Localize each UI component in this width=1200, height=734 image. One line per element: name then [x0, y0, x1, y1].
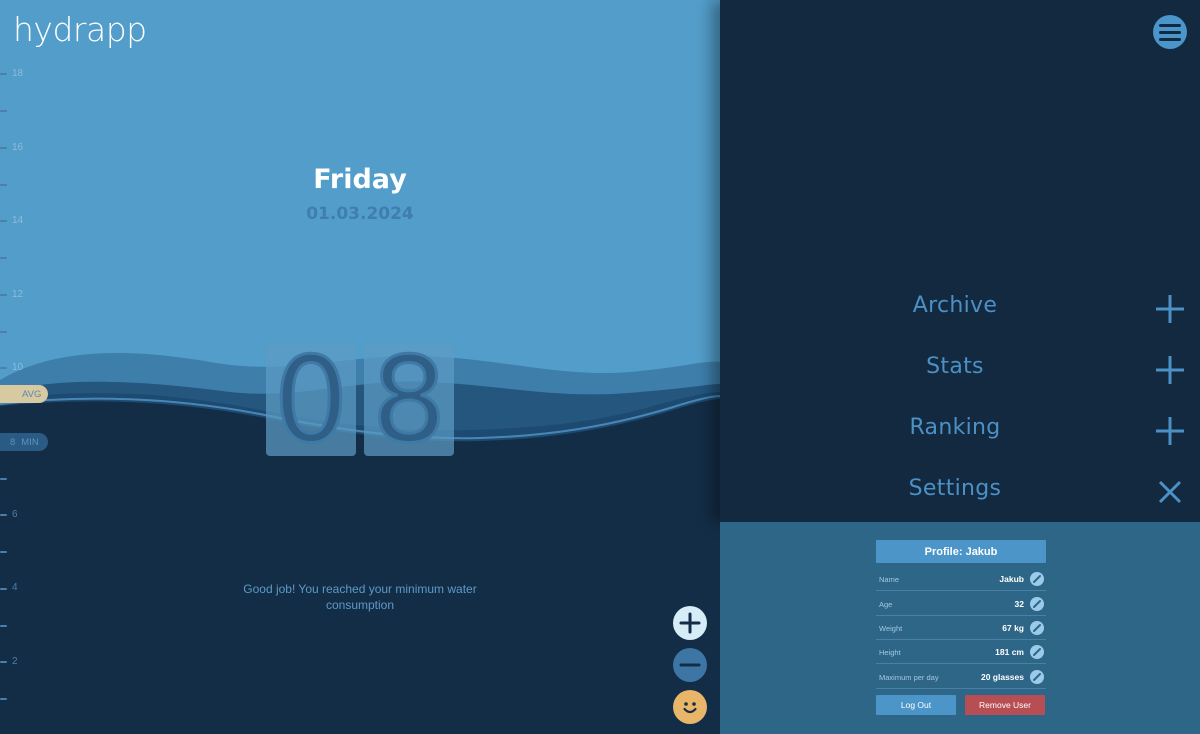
side-menu: Archive Stats Ranking Settings — [720, 0, 1200, 522]
logout-button[interactable]: Log Out — [876, 695, 956, 715]
scale-tick — [0, 478, 7, 480]
day-title: Friday — [313, 164, 407, 195]
smiley-icon — [683, 702, 697, 714]
counter-digit-text: 0 — [272, 343, 350, 456]
counter-digit: 0 — [266, 343, 356, 456]
scale-tick — [0, 147, 7, 149]
menu-item-settings[interactable]: Settings — [720, 466, 1200, 516]
avg-label: AVG — [22, 388, 42, 400]
menu-item-label: Ranking — [909, 415, 1001, 440]
profile-field-weight: Weight 67 kg — [876, 616, 1046, 640]
field-label: Weight — [879, 624, 903, 633]
menu-item-stats[interactable]: Stats — [720, 344, 1200, 394]
logo-text-end: pp — [105, 10, 147, 49]
scale-tick — [0, 367, 7, 369]
average-marker: AVG — [0, 385, 48, 403]
field-label: Age — [879, 600, 893, 609]
hamburger-icon-bar — [1159, 23, 1181, 27]
field-label: Name — [879, 575, 900, 584]
water-level-background — [0, 0, 720, 734]
scale-tick — [0, 698, 7, 700]
plus-icon[interactable] — [1152, 291, 1188, 327]
counter-digit: 8 — [364, 343, 454, 456]
close-icon[interactable] — [1152, 474, 1188, 510]
min-label: MIN — [21, 436, 39, 448]
scale-label: 16 — [12, 142, 24, 153]
remove-user-button[interactable]: Remove User — [965, 695, 1045, 715]
hamburger-icon-bar — [1159, 30, 1181, 34]
scale-tick — [0, 331, 7, 333]
scale-tick — [0, 588, 7, 590]
menu-toggle-button[interactable] — [1153, 15, 1187, 49]
scale-label: 4 — [12, 582, 18, 593]
date-text: 01.03.2024 — [306, 204, 414, 224]
minimum-marker: 8 MIN — [0, 433, 48, 451]
remove-glass-button[interactable] — [673, 648, 707, 682]
scale-tick — [0, 514, 7, 516]
scale-label: 10 — [12, 362, 24, 373]
minus-icon — [679, 663, 701, 667]
profile-field-height: Height 181 cm — [876, 640, 1046, 664]
counter-digit-text: 8 — [370, 343, 448, 456]
pencil-icon[interactable] — [1030, 645, 1044, 659]
settings-panel: Profile: Jakub Name Jakub Age 32 Weight … — [720, 522, 1200, 734]
plus-icon — [679, 612, 701, 634]
scale-label: 2 — [12, 656, 18, 667]
scale-tick — [0, 625, 7, 627]
status-message: Good job! You reached your minimum water… — [243, 582, 477, 612]
scale-tick — [0, 661, 7, 663]
menu-item-ranking[interactable]: Ranking — [720, 405, 1200, 455]
field-label: Height — [879, 648, 901, 657]
scale-tick — [0, 551, 7, 553]
scale-tick — [0, 257, 7, 259]
scale-tick — [0, 220, 7, 222]
profile-field-age: Age 32 — [876, 592, 1046, 616]
scale-label: 12 — [12, 289, 24, 300]
plus-icon[interactable] — [1152, 413, 1188, 449]
scale-label: 6 — [12, 509, 18, 520]
scale-label: 14 — [12, 215, 24, 226]
plus-icon[interactable] — [1152, 352, 1188, 388]
logo-text-start: hydra — [13, 10, 106, 49]
menu-item-archive[interactable]: Archive — [720, 283, 1200, 333]
pencil-icon[interactable] — [1030, 572, 1044, 586]
field-value: 32 — [1014, 599, 1024, 609]
field-value: 67 kg — [1002, 623, 1024, 633]
profile-field-name: Name Jakub — [876, 567, 1046, 591]
pencil-icon[interactable] — [1030, 670, 1044, 684]
mood-button[interactable] — [673, 690, 707, 724]
field-value: 181 cm — [995, 647, 1024, 657]
scale-tick — [0, 73, 7, 75]
scale-label: 18 — [12, 68, 24, 79]
app-logo: hydrapp — [13, 10, 147, 49]
field-label: Maximum per day — [879, 673, 939, 682]
scale-tick — [0, 110, 7, 112]
menu-item-label: Settings — [908, 476, 1002, 501]
add-glass-button[interactable] — [673, 606, 707, 640]
app-main-panel: hydrapp 18 16 14 12 10 6 4 2 AVG 8 MIN Fr… — [0, 0, 720, 734]
profile-header: Profile: Jakub — [876, 540, 1046, 563]
menu-item-label: Stats — [926, 354, 984, 379]
pencil-icon[interactable] — [1030, 621, 1044, 635]
hamburger-icon-bar — [1159, 37, 1181, 41]
field-value: 20 glasses — [980, 672, 1024, 682]
scale-tick — [0, 294, 7, 296]
profile-field-max-per-day: Maximum per day 20 glasses — [876, 665, 1046, 689]
min-value: 8 — [10, 436, 16, 448]
menu-item-label: Archive — [912, 293, 998, 318]
pencil-icon[interactable] — [1030, 597, 1044, 611]
scale-tick — [0, 184, 7, 186]
field-value: Jakub — [999, 574, 1024, 584]
